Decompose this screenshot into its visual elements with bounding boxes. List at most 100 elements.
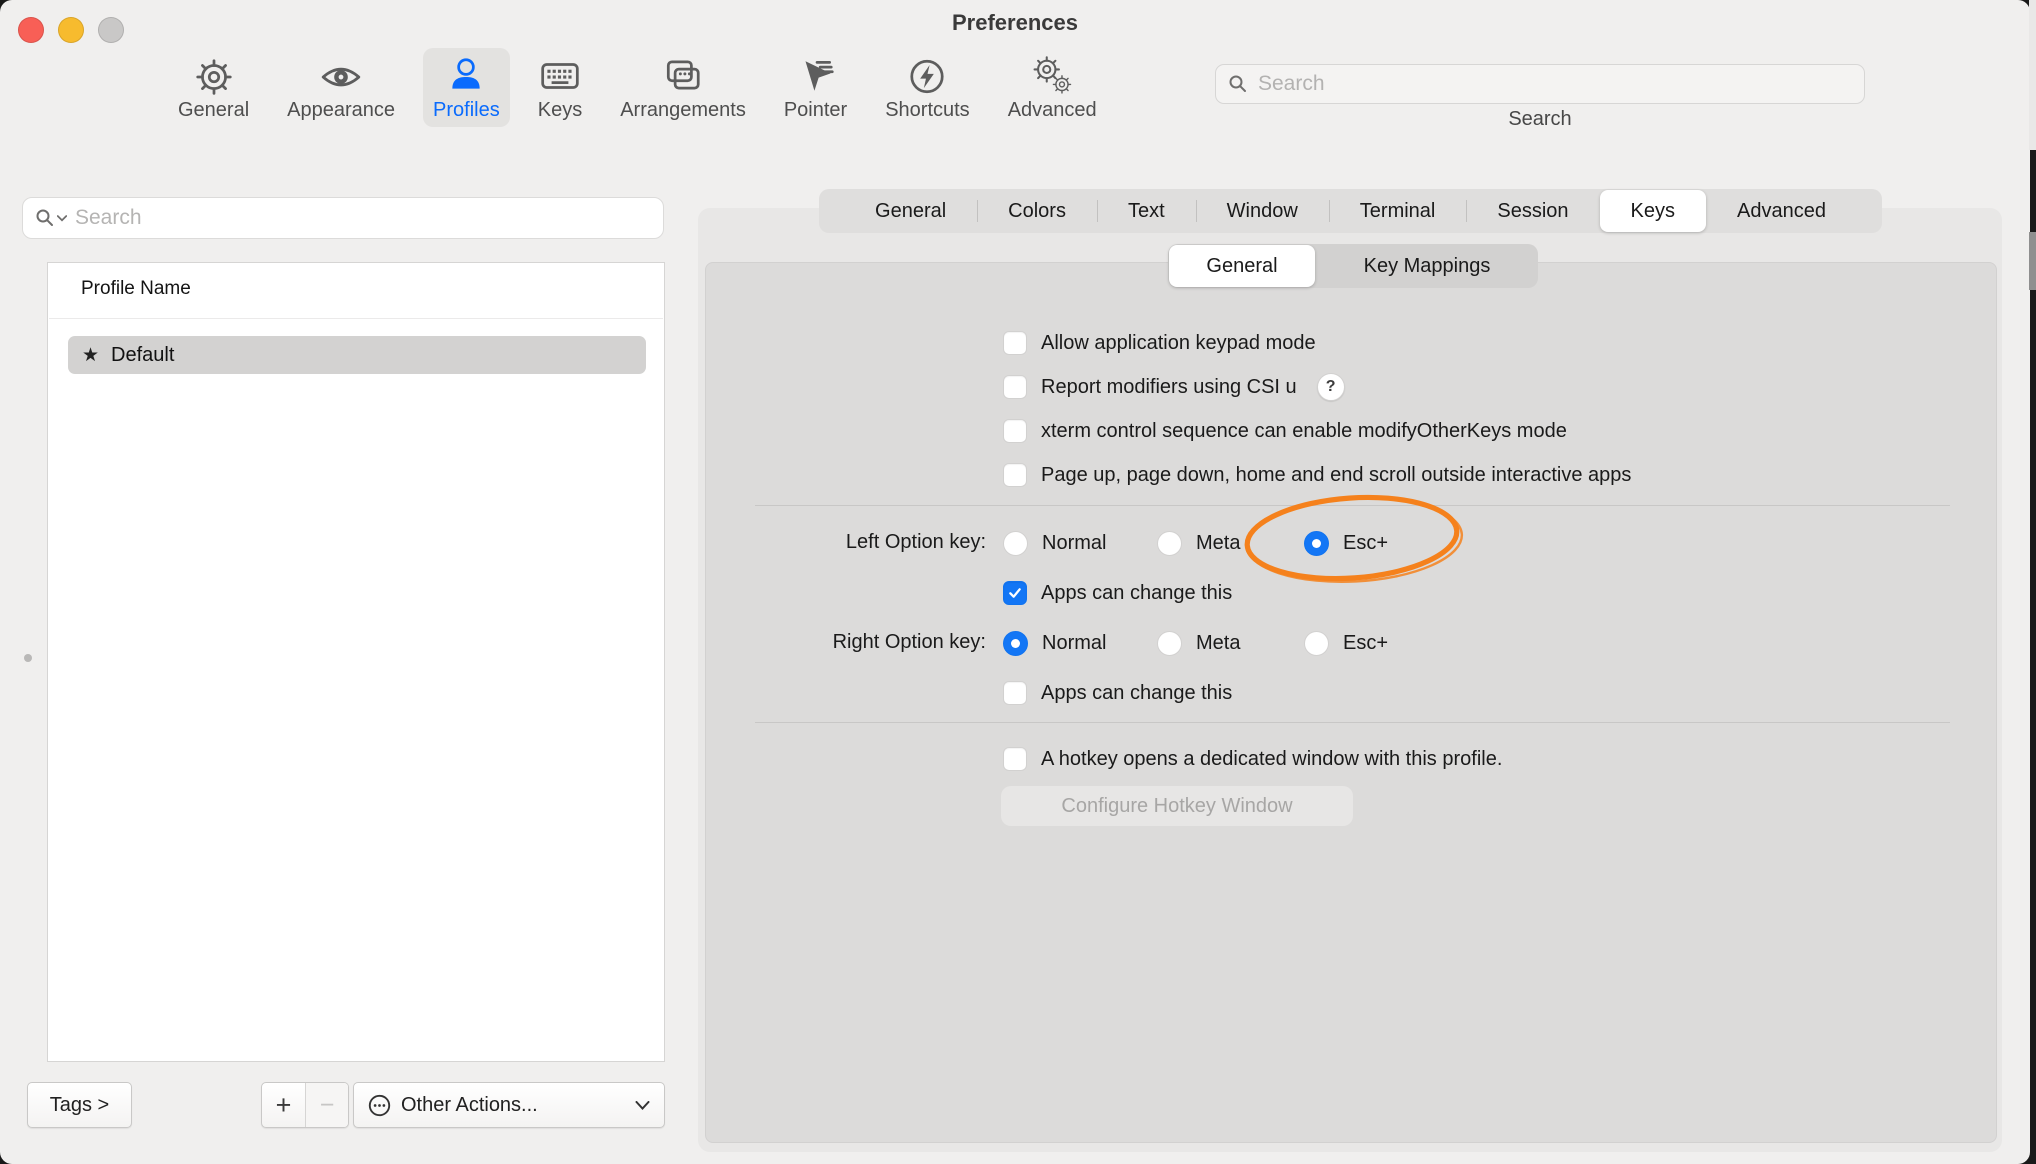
checkbox-label: xterm control sequence can enable modify… [1041,420,1567,443]
search-placeholder: Search [1258,72,1325,96]
radio-label: Normal [1042,532,1106,555]
window-title: Preferences [0,10,2030,36]
toolbar-item-shortcuts[interactable]: Shortcuts [875,48,979,127]
tab-terminal[interactable]: Terminal [1329,189,1467,233]
radio-label: Meta [1196,632,1240,655]
right-option-normal-radio[interactable] [1003,631,1028,656]
toolbar-label: General [178,99,249,122]
checkbox-row: Page up, page down, home and end scroll … [1003,462,1631,488]
allow-keypad-checkbox[interactable] [1003,331,1027,355]
other-actions-dropdown[interactable]: Other Actions... [353,1082,665,1128]
add-remove-group: + − [261,1082,349,1128]
left-option-esc-radio[interactable] [1304,531,1329,556]
star-icon: ★ [82,344,99,366]
radio-label: Meta [1196,532,1240,555]
chevron-down-icon [635,1101,650,1110]
tab-advanced[interactable]: Advanced [1706,189,1857,233]
window-edge-dot [24,654,32,662]
profile-name: Default [111,344,174,367]
right-option-esc-radio[interactable] [1304,631,1329,656]
profile-tab-bar: General Colors Text Window Terminal Sess… [819,189,1882,233]
add-profile-button[interactable]: + [262,1083,305,1127]
checkbox-label: Page up, page down, home and end scroll … [1041,464,1631,487]
right-apps-can-change-checkbox[interactable] [1003,681,1027,705]
windows-icon [662,55,704,97]
hotkey-window-checkbox[interactable] [1003,747,1027,771]
radio-option: Normal [1003,630,1106,656]
toolbar-item-general[interactable]: General [168,48,259,127]
search-placeholder: Search [75,206,142,230]
cursor-icon [795,55,837,97]
tab-window[interactable]: Window [1196,189,1329,233]
left-option-meta-radio[interactable] [1157,531,1182,556]
checkbox-row: Report modifiers using CSI u ? [1003,374,1345,400]
configure-hotkey-window-button: Configure Hotkey Window [1001,786,1353,826]
toolbar-label: Shortcuts [885,99,969,122]
toolbar-item-advanced[interactable]: Advanced [998,48,1107,127]
divider [755,722,1950,723]
tab-general[interactable]: General [844,189,977,233]
keys-subtab-bar: General Key Mappings [1168,244,1538,288]
toolbar-label: Arrangements [620,99,746,122]
detail-panel-content [705,262,1997,1143]
checkbox-row: A hotkey opens a dedicated window with t… [1003,746,1502,772]
checkbox-label: Apps can change this [1041,582,1232,605]
help-button[interactable]: ? [1317,373,1345,401]
checkbox-row: Allow application keypad mode [1003,330,1316,356]
toolbar-label: Profiles [433,99,500,122]
chevron-down-icon [57,215,67,222]
toolbar-label: Pointer [784,99,847,122]
toolbar-label: Appearance [287,99,395,122]
radio-label: Normal [1042,632,1106,655]
checkbox-row: Apps can change this [1003,680,1232,706]
radio-option: Normal [1003,530,1106,556]
checkbox-label: Allow application keypad mode [1041,332,1316,355]
tab-colors[interactable]: Colors [977,189,1097,233]
left-option-label: Left Option key: [700,531,986,554]
divider [49,318,663,319]
scroll-outside-checkbox[interactable] [1003,463,1027,487]
ellipsis-circle-icon [368,1094,391,1117]
left-option-normal-radio[interactable] [1003,531,1028,556]
toolbar-item-profiles[interactable]: Profiles [423,48,510,127]
toolbar-item-keys[interactable]: Keys [528,48,592,127]
checkbox-row: xterm control sequence can enable modify… [1003,418,1567,444]
toolbar-search-label: Search [1215,108,1865,131]
profile-search-input[interactable]: Search [22,197,664,239]
other-actions-label: Other Actions... [401,1094,538,1117]
toolbar-label: Advanced [1008,99,1097,122]
tab-session[interactable]: Session [1466,189,1599,233]
divider [755,505,1950,506]
toolbar: General Appearance Profiles [168,48,1107,127]
checkbox-label: Apps can change this [1041,682,1232,705]
profile-row-default[interactable]: ★ Default [68,336,646,374]
tab-keys[interactable]: Keys [1600,190,1706,232]
radio-option: Esc+ [1304,630,1388,656]
radio-option: Meta [1157,630,1240,656]
right-option-meta-radio[interactable] [1157,631,1182,656]
person-icon [445,55,487,97]
gear-icon [193,55,235,97]
radio-label: Esc+ [1343,532,1388,555]
tags-button[interactable]: Tags > [27,1082,132,1128]
keyboard-icon [539,55,581,97]
radio-label: Esc+ [1343,632,1388,655]
tab-text[interactable]: Text [1097,189,1196,233]
subtab-general[interactable]: General [1169,245,1315,287]
eye-icon [320,55,362,97]
gears-icon [1031,55,1073,97]
check-icon [1007,585,1023,601]
checkbox-row: Apps can change this [1003,580,1232,606]
remove-profile-button: − [305,1083,348,1127]
toolbar-item-arrangements[interactable]: Arrangements [610,48,756,127]
right-option-label: Right Option key: [700,631,986,654]
toolbar-item-pointer[interactable]: Pointer [774,48,857,127]
modifyotherkeys-checkbox[interactable] [1003,419,1027,443]
toolbar-search-input[interactable]: Search [1215,64,1865,104]
subtab-key-mappings[interactable]: Key Mappings [1316,244,1538,288]
background-scrollbar-thumb [2029,232,2036,290]
toolbar-item-appearance[interactable]: Appearance [277,48,405,127]
bolt-icon [906,55,948,97]
left-apps-can-change-checkbox[interactable] [1003,581,1027,605]
csi-u-checkbox[interactable] [1003,375,1027,399]
